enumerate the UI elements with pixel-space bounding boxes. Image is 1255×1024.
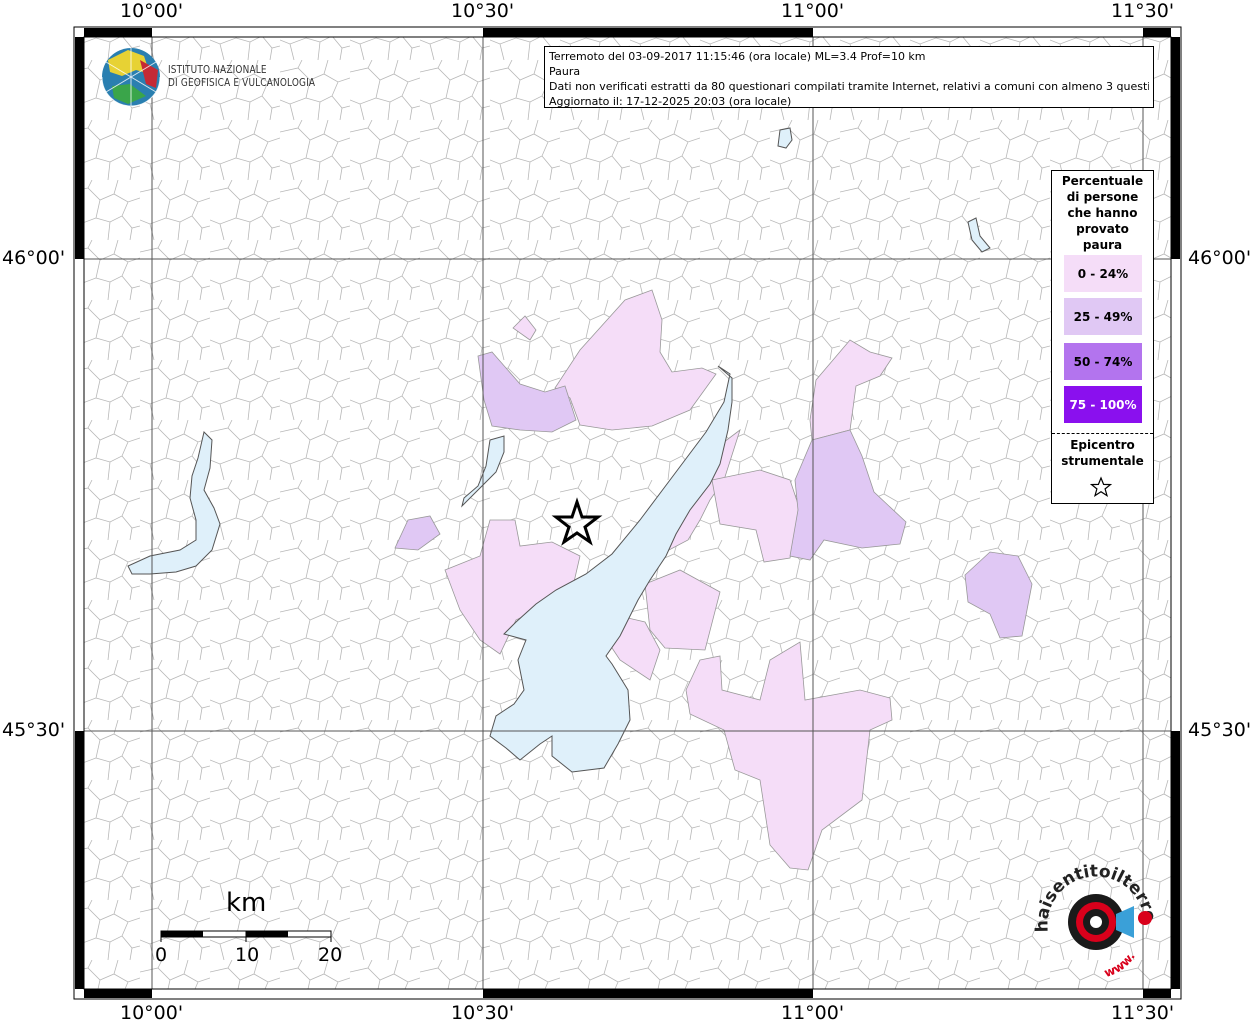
coord-top-4: 11°30'	[1111, 0, 1175, 22]
event-title: Terremoto del 03-09-2017 11:15:46 (ora l…	[549, 50, 926, 63]
coord-left-2: 45°30'	[2, 719, 66, 741]
institute-name: ISTITUTO NAZIONALE DI GEOFISICA E VULCAN…	[168, 64, 315, 90]
coord-top-3: 11°00'	[781, 0, 845, 22]
coord-bottom-4: 11°30'	[1111, 1002, 1175, 1024]
legend-title-line-5: paura	[1082, 238, 1123, 252]
scale-label-20: 20	[318, 944, 343, 966]
coord-top-1: 10°00'	[120, 0, 184, 22]
legend-separator	[1052, 433, 1153, 434]
event-info-box: Terremoto del 03-09-2017 11:15:46 (ora l…	[544, 46, 1154, 108]
legend-title-line-4: provato	[1076, 222, 1129, 236]
haisentito-logo-icon: haisentitoilterremoto.it www.	[1030, 862, 1160, 981]
institute-line-1: ISTITUTO NAZIONALE	[168, 64, 267, 76]
brand-prefix: www.	[1102, 950, 1138, 981]
svg-text:www.: www.	[1102, 950, 1138, 981]
legend-item-25-49: 25 - 49%	[1064, 298, 1142, 335]
scale-label-10: 10	[235, 944, 260, 966]
coord-top-2: 10°30'	[451, 0, 515, 22]
legend-title-line-3: che hanno	[1067, 206, 1138, 220]
ingv-logo-icon	[101, 48, 161, 107]
legend-title-line-1: Percentuale	[1061, 174, 1144, 188]
legend-epicenter-line-1: Epicentro	[1070, 438, 1135, 452]
event-parameter: Paura	[549, 65, 581, 78]
coord-right-1: 46°00'	[1188, 247, 1252, 269]
legend-item-75-100: 75 - 100%	[1064, 386, 1142, 423]
scale-unit: km	[226, 888, 267, 918]
coord-left-1: 46°00'	[2, 247, 66, 269]
map-area	[84, 37, 1171, 989]
legend-star-icon	[1090, 476, 1112, 497]
legend-item-50-74: 50 - 74%	[1064, 343, 1142, 380]
event-updated: Aggiornato il: 17-12-2025 20:03 (ora loc…	[549, 95, 792, 108]
coord-bottom-3: 11°00'	[781, 1002, 845, 1024]
legend-epicenter-line-2: strumentale	[1061, 454, 1144, 468]
institute-line-2: DI GEOFISICA E VULCANOLOGIA	[168, 77, 316, 89]
scale-label-0: 0	[155, 944, 168, 966]
legend-item-0-24: 0 - 24%	[1064, 255, 1142, 292]
event-data-note: Dati non verificati estratti da 80 quest…	[549, 80, 1149, 93]
legend-title: Percentuale di persone che hanno provato…	[1052, 173, 1153, 253]
legend-title-line-2: di persone	[1066, 190, 1139, 204]
legend-epicenter-label: Epicentro strumentale	[1052, 437, 1153, 469]
coord-right-2: 45°30'	[1188, 719, 1252, 741]
coord-bottom-1: 10°00'	[120, 1002, 184, 1024]
legend: Percentuale di persone che hanno provato…	[1051, 170, 1154, 504]
coord-bottom-2: 10°30'	[451, 1002, 515, 1024]
